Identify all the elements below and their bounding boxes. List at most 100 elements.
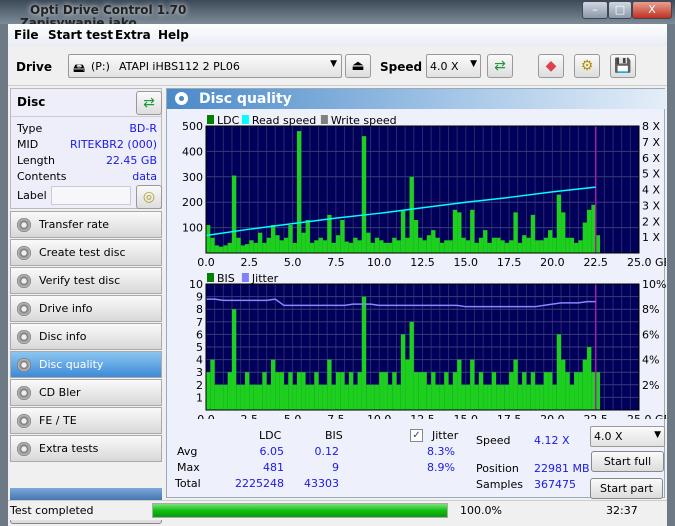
drive-select[interactable]: 🖴 (P:) ATAPI iHBS112 2 PL06 ▼ xyxy=(68,54,342,78)
x-tick-label: 2.5 xyxy=(241,413,258,419)
ldc-bar xyxy=(366,232,371,253)
bis-bar xyxy=(452,372,458,410)
nav-item-extra-tests[interactable]: Extra tests xyxy=(10,435,162,462)
bis-bar xyxy=(344,384,349,410)
ldc-bar xyxy=(257,232,263,253)
ldc-bar xyxy=(543,237,549,253)
ldc-bar xyxy=(457,212,462,253)
max-ldc: 481 xyxy=(263,461,284,474)
bis-bar xyxy=(569,384,575,410)
nav-item-disc-quality[interactable]: Disc quality xyxy=(10,351,162,378)
legend-swatch xyxy=(207,115,214,124)
ldc-bar xyxy=(418,237,423,253)
ldc-bar xyxy=(253,242,258,253)
nav-item-verify-test-disc[interactable]: Verify test disc xyxy=(10,267,162,294)
legend-label: Write speed xyxy=(331,114,397,127)
ldc-bar xyxy=(223,245,228,253)
bis-bar xyxy=(374,384,380,410)
bis-bar xyxy=(578,372,583,410)
menu-file[interactable]: File xyxy=(14,28,39,42)
bis-bar xyxy=(214,384,219,410)
eject-button[interactable]: ⏏ xyxy=(345,54,371,78)
nav-item-fe-te[interactable]: FE / TE xyxy=(10,407,162,434)
jitter-checkbox[interactable]: ✓ xyxy=(410,429,423,442)
ldc-bar xyxy=(279,240,284,253)
y2-tick-label: 6% xyxy=(642,328,659,341)
ldc-bar xyxy=(379,240,384,253)
progress-bar xyxy=(152,503,448,518)
bis-bar xyxy=(227,372,232,410)
y-tick-label: 200 xyxy=(182,196,203,209)
total-ldc: 2225248 xyxy=(235,477,284,490)
close-button[interactable]: X xyxy=(632,1,672,19)
refresh-icon: ⇄ xyxy=(143,95,155,111)
disc-refresh-button[interactable]: ⇄ xyxy=(136,91,162,115)
bis-bar xyxy=(366,384,371,410)
y2-tick-label: 10% xyxy=(642,278,666,291)
start-part-button[interactable]: Start part xyxy=(590,478,663,499)
ldc-bar xyxy=(548,230,553,253)
bis-bar xyxy=(327,359,332,410)
disc-icon xyxy=(17,442,31,456)
bis-bar xyxy=(292,384,297,410)
ldc-bar xyxy=(383,242,388,253)
bis-bar xyxy=(465,384,471,410)
nav-item-cd-bler[interactable]: CD Bler xyxy=(10,379,162,406)
ldc-bar xyxy=(240,245,245,253)
nav-item-label: Create test disc xyxy=(39,246,126,259)
y-tick-label: 8 xyxy=(196,303,203,316)
maximize-button[interactable]: □ xyxy=(608,1,632,19)
bis-bar xyxy=(361,296,367,410)
y-tick-label: 6 xyxy=(196,328,203,341)
minimize-button[interactable]: – xyxy=(582,1,608,19)
ldc-bar xyxy=(210,237,215,253)
max-label: Max xyxy=(177,461,200,474)
disc-label-button[interactable]: ◎ xyxy=(136,185,162,209)
save-button[interactable]: 💾 xyxy=(610,54,636,78)
test-speed-select[interactable]: 4.0 X ▼ xyxy=(590,426,665,447)
ldc-bar xyxy=(396,240,401,253)
menu-extra[interactable]: Extra xyxy=(115,28,151,42)
x-tick-label: 12.5 xyxy=(410,256,435,269)
avg-ldc: 6.05 xyxy=(259,445,285,458)
ldc-bar xyxy=(504,242,510,253)
ldc-bar xyxy=(314,240,319,253)
label-input[interactable] xyxy=(51,186,131,205)
ldc-bar xyxy=(301,232,306,253)
title-bar: Zapisywanie jako Opti Drive Control 1.70… xyxy=(0,0,675,25)
nav-item-transfer-rate[interactable]: Transfer rate xyxy=(10,211,162,238)
ldc-bar xyxy=(357,240,362,253)
bis-bar xyxy=(331,384,336,410)
ldc-bar xyxy=(422,240,427,253)
bis-bar xyxy=(348,372,354,410)
refresh-button[interactable]: ⇄ xyxy=(487,54,513,78)
drive-label: Drive xyxy=(16,60,52,74)
y2-tick-label: 8 X xyxy=(642,120,660,133)
ldc-bar xyxy=(288,225,293,253)
x-tick-label: 25.0 GB xyxy=(627,256,666,269)
speed-select[interactable]: 4.0 X ▼ xyxy=(426,54,481,78)
nav-item-label: Transfer rate xyxy=(39,218,110,231)
avg-jitter: 8.3% xyxy=(427,445,455,458)
ldc-bar xyxy=(444,240,449,253)
bis-bar xyxy=(206,372,211,410)
settings-button[interactable]: ⚙ xyxy=(574,54,600,78)
ldc-bar xyxy=(214,245,219,253)
nav-item-create-test-disc[interactable]: Create test disc xyxy=(10,239,162,266)
erase-button[interactable]: ◆ xyxy=(538,54,564,78)
nav-item-disc-info[interactable]: Disc info xyxy=(10,323,162,350)
nav-item-drive-info[interactable]: Drive info xyxy=(10,295,162,322)
bis-bar xyxy=(478,372,484,410)
ldc-bar xyxy=(348,242,354,253)
x-tick-label: 10.0 xyxy=(367,256,392,269)
bis-bar xyxy=(257,384,263,410)
bis-bar xyxy=(517,384,523,410)
ldc-bar xyxy=(509,240,514,253)
bis-bar xyxy=(340,372,345,410)
menu-start-test[interactable]: Start test xyxy=(48,28,113,42)
y-tick-label: 5 xyxy=(196,341,203,354)
x-tick-label: 12.5 xyxy=(410,413,435,419)
nav-item-label: Disc info xyxy=(39,330,87,343)
start-full-button[interactable]: Start full xyxy=(591,451,664,472)
menu-help[interactable]: Help xyxy=(158,28,189,42)
